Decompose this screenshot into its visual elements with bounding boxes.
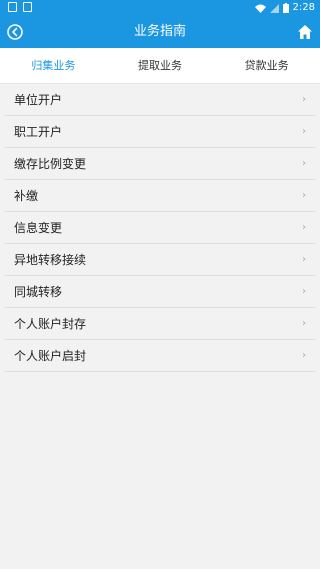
list-item[interactable]: 职工开户 › (4, 116, 316, 148)
home-icon (298, 25, 312, 39)
tab-collection-business[interactable]: 归集业务 (0, 48, 107, 83)
tab-loan-business[interactable]: 贷款业务 (213, 48, 320, 83)
list-item-label: 个人账户封存 (14, 317, 87, 331)
list-item-label: 异地转移接续 (14, 253, 87, 267)
cellular-signal-icon (269, 3, 279, 13)
status-time: 2:28 (292, 2, 315, 13)
chevron-right-icon: › (302, 222, 306, 233)
status-indicators: 2:28 (254, 1, 315, 15)
page-title: 业务指南 (133, 24, 186, 39)
chevron-right-icon: › (302, 126, 306, 137)
list-item-label: 缴存比例变更 (14, 157, 87, 171)
wifi-icon (254, 4, 266, 13)
list-item-label: 同城转移 (14, 285, 63, 299)
list-item-label: 信息变更 (14, 221, 63, 235)
list-item[interactable]: 单位开户 › (4, 84, 316, 116)
chevron-right-icon: › (302, 158, 306, 169)
list-item[interactable]: 信息变更 › (4, 212, 316, 244)
chevron-right-icon: › (302, 94, 306, 105)
list-item-label: 单位开户 (14, 93, 63, 107)
list-item[interactable]: 个人账户封存 › (4, 308, 316, 340)
list-item-label: 职工开户 (14, 125, 63, 139)
chevron-right-icon: › (302, 350, 306, 361)
business-guide-list: 单位开户 › 职工开户 › 缴存比例变更 › 补缴 › 信息变更 › 异地转移接… (4, 84, 316, 372)
battery-icon (282, 3, 289, 13)
list-item[interactable]: 缴存比例变更 › (4, 148, 316, 180)
list-item[interactable]: 个人账户启封 › (4, 340, 316, 372)
app-bar: 业务指南 (0, 16, 320, 48)
tab-withdrawal-business[interactable]: 提取业务 (107, 48, 214, 83)
list-item[interactable]: 同城转移 › (4, 276, 316, 308)
list-item-label: 补缴 (14, 189, 39, 203)
list-item[interactable]: 异地转移接续 › (4, 244, 316, 276)
chevron-right-icon: › (302, 318, 306, 329)
list-item-label: 个人账户启封 (14, 349, 87, 363)
home-button[interactable] (296, 23, 314, 41)
status-bar: 2:28 (0, 0, 320, 16)
status-notification-icons (8, 2, 32, 12)
image-notification-icon (8, 2, 17, 12)
chevron-right-icon: › (302, 254, 306, 265)
tab-bar: 归集业务 提取业务 贷款业务 (0, 48, 320, 84)
chevron-right-icon: › (302, 190, 306, 201)
chevron-right-icon: › (302, 286, 306, 297)
text-notification-icon (23, 2, 32, 12)
list-item[interactable]: 补缴 › (4, 180, 316, 212)
